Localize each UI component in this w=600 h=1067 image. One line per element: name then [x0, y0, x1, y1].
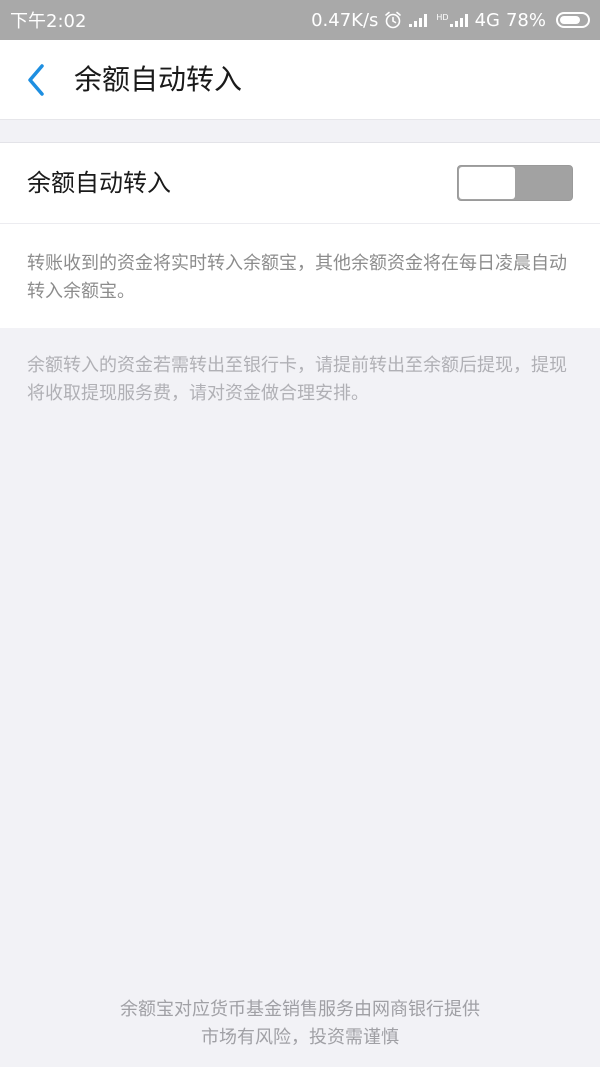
- description-text: 转账收到的资金将实时转入余额宝，其他余额资金将在每日凌晨自动转入余额宝。: [27, 253, 567, 302]
- network-type: 4G: [474, 9, 500, 31]
- signal-icon: [408, 12, 430, 28]
- auto-transfer-toggle[interactable]: [457, 165, 573, 201]
- description-block: 转账收到的资金将实时转入余额宝，其他余额资金将在每日凌晨自动转入余额宝。: [0, 224, 600, 328]
- battery-fill: [560, 16, 580, 24]
- status-time: 下午2:02: [10, 11, 87, 32]
- auto-transfer-row: 余额自动转入: [0, 142, 600, 224]
- footer: 余额宝对应货币基金销售服务由网商银行提供 市场有风险，投资需谨慎: [0, 996, 600, 1052]
- alarm-icon: [384, 11, 402, 29]
- withdrawal-note: 余额转入的资金若需转出至银行卡，请提前转出至余额后提现，提现将收取提现服务费，请…: [27, 355, 567, 404]
- status-bar: 下午2:02 0.47K/s HD 4G 78%: [0, 0, 600, 40]
- network-speed: 0.47K/s: [311, 9, 379, 31]
- signal-hd-icon: HD: [436, 12, 468, 28]
- chevron-left-icon: [28, 64, 44, 96]
- footer-risk-text: 市场有风险，投资需谨慎: [201, 1027, 399, 1048]
- battery-percent: 78%: [505, 9, 546, 31]
- status-indicators: 0.47K/s HD 4G 78%: [311, 10, 590, 31]
- auto-transfer-label: 余额自动转入: [27, 169, 171, 197]
- nav-bar: 余额自动转入: [0, 40, 600, 120]
- back-button[interactable]: [18, 62, 54, 98]
- battery-icon: [556, 12, 590, 28]
- footer-provider-text: 余额宝对应货币基金销售服务由网商银行提供: [120, 999, 480, 1020]
- page-title: 余额自动转入: [74, 63, 243, 96]
- toggle-knob: [459, 167, 515, 199]
- hd-label: HD: [436, 13, 449, 22]
